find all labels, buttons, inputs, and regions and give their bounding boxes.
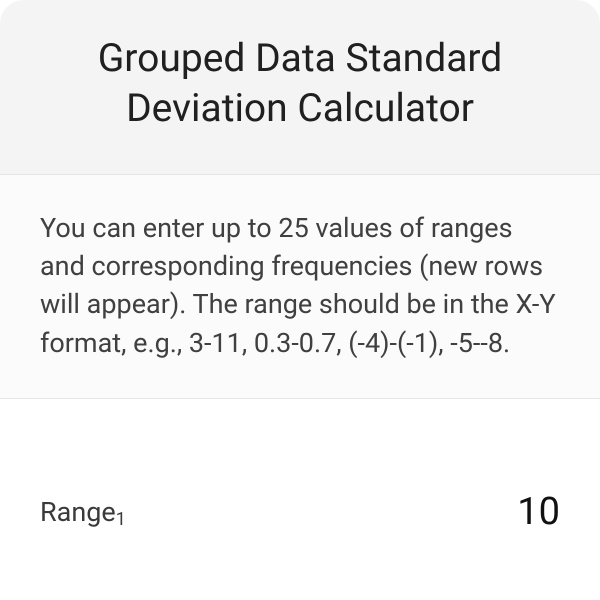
- description-block: You can enter up to 25 values of ranges …: [0, 174, 600, 399]
- calculator-card: Grouped Data Standard Deviation Calculat…: [0, 0, 600, 600]
- title-block: Grouped Data Standard Deviation Calculat…: [0, 0, 600, 174]
- label-text: Range: [40, 496, 116, 528]
- input-row-range-1: Range1: [0, 399, 600, 600]
- page-title: Grouped Data Standard Deviation Calculat…: [40, 34, 560, 134]
- input-label-range-1: Range1: [40, 496, 126, 528]
- input-field-range-1[interactable]: [400, 490, 560, 534]
- label-subscript: 1: [116, 509, 126, 530]
- description-text: You can enter up to 25 values of ranges …: [40, 209, 560, 362]
